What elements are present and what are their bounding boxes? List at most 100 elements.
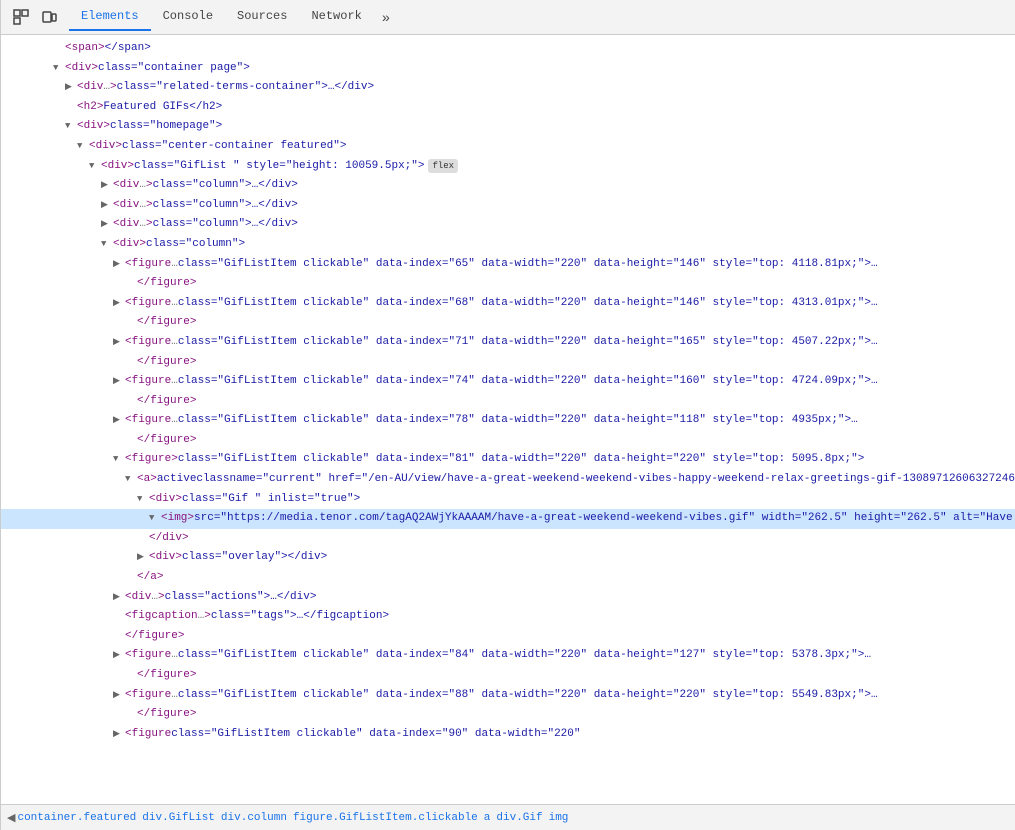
toggle-arrow[interactable] — [65, 80, 77, 94]
indent-spacer — [53, 589, 65, 607]
tab-console[interactable]: Console — [151, 3, 225, 31]
device-toggle-button[interactable] — [37, 5, 61, 29]
more-tabs-button[interactable]: » — [374, 5, 398, 29]
toggle-arrow[interactable] — [113, 296, 125, 310]
breadcrumb-item[interactable]: a — [484, 812, 491, 824]
indent-spacer — [29, 197, 41, 215]
inspect-element-button[interactable] — [9, 5, 33, 29]
toggle-arrow[interactable] — [113, 335, 125, 349]
indent-spacer — [113, 471, 125, 489]
indent-spacer — [41, 549, 53, 567]
indent-spacer — [53, 510, 65, 528]
dom-line[interactable]: <figure class="GifListItem clickable" da… — [1, 725, 1015, 745]
dom-line[interactable]: </div> — [1, 529, 1015, 549]
dom-line[interactable]: </figure> — [1, 627, 1015, 647]
dom-line[interactable]: <div> class="container page"> — [1, 59, 1015, 79]
toggle-arrow[interactable] — [65, 119, 77, 133]
breadcrumb-left-arrow[interactable]: ◀ — [7, 811, 15, 825]
dom-line[interactable]: <figure> class="GifListItem clickable" d… — [1, 450, 1015, 470]
tab-network[interactable]: Network — [299, 3, 373, 31]
breadcrumb-item[interactable]: div.Gif — [496, 812, 542, 824]
dom-line[interactable]: <div> class="center-container featured"> — [1, 137, 1015, 157]
dom-line[interactable]: <figure… class="GifListItem clickable" d… — [1, 372, 1015, 392]
toggle-arrow[interactable] — [101, 198, 113, 212]
dom-line[interactable]: <div…> class="column">…</div> — [1, 215, 1015, 235]
indent-spacer — [125, 549, 137, 567]
indent-spacer — [65, 667, 77, 685]
breadcrumb-item[interactable]: img — [549, 812, 569, 824]
toggle-arrow[interactable] — [113, 590, 125, 604]
indent-spacer — [65, 236, 77, 254]
dom-line[interactable]: </figure> — [1, 353, 1015, 373]
dom-line[interactable]: </figure> — [1, 705, 1015, 725]
indent-spacer — [89, 530, 101, 548]
indent-spacer — [29, 216, 41, 234]
toggle-arrow[interactable] — [113, 727, 125, 741]
indent-spacer — [77, 216, 89, 234]
breadcrumb-item[interactable]: div.GifList — [142, 812, 215, 824]
dom-tree[interactable]: <span></span> <div> class="container pag… — [1, 35, 1015, 804]
dom-line[interactable]: <figure… class="GifListItem clickable" d… — [1, 411, 1015, 431]
indent-spacer — [5, 510, 17, 528]
indent-spacer — [41, 706, 53, 724]
indent-spacer — [77, 510, 89, 528]
dom-line[interactable]: <figure… class="GifListItem clickable" d… — [1, 686, 1015, 706]
dom-line[interactable]: <figure… class="GifListItem clickable" d… — [1, 333, 1015, 353]
dom-line[interactable]: <figure… class="GifListItem clickable" d… — [1, 646, 1015, 666]
dom-line[interactable]: <div…> class="related-terms-container">…… — [1, 78, 1015, 98]
dom-line[interactable]: <figcaption…> class="tags">…</figcaption… — [1, 607, 1015, 627]
dom-line[interactable]: </figure> — [1, 274, 1015, 294]
toggle-arrow[interactable] — [113, 452, 125, 466]
dom-line[interactable]: </figure> — [1, 392, 1015, 412]
indent-spacer — [29, 451, 41, 469]
dom-line[interactable]: <img> src="https://media.tenor.com/tagAQ… — [1, 509, 1015, 529]
dom-line[interactable]: </figure> — [1, 313, 1015, 333]
toggle-arrow[interactable] — [53, 61, 65, 75]
breadcrumb-item[interactable]: div.column — [221, 812, 287, 824]
indent-spacer — [125, 491, 137, 509]
indent-spacer — [29, 138, 41, 156]
dom-line[interactable]: </figure> — [1, 666, 1015, 686]
dom-line[interactable]: <span></span> — [1, 39, 1015, 59]
toggle-arrow[interactable] — [113, 688, 125, 702]
indent-spacer — [89, 256, 101, 274]
dom-line[interactable]: <h2>Featured GIFs</h2> — [1, 98, 1015, 118]
toggle-arrow[interactable] — [77, 139, 89, 153]
toggle-arrow[interactable] — [125, 472, 137, 486]
toggle-arrow[interactable] — [137, 550, 149, 564]
dom-line[interactable]: <div> class="overlay"></div> — [1, 548, 1015, 568]
toggle-arrow[interactable] — [101, 237, 113, 251]
breadcrumb-item[interactable]: container.featured — [17, 812, 136, 824]
dom-line[interactable]: </a> — [1, 568, 1015, 588]
toggle-arrow[interactable] — [137, 492, 149, 506]
indent-spacer — [17, 138, 29, 156]
dom-line[interactable]: <div> class="Gif " inlist="true"> — [1, 490, 1015, 510]
toggle-arrow[interactable] — [101, 178, 113, 192]
indent-spacer — [29, 687, 41, 705]
toggle-arrow[interactable] — [113, 413, 125, 427]
dom-line[interactable]: <div…> class="column">…</div> — [1, 176, 1015, 196]
dom-line[interactable]: <div…> class="actions">…</div> — [1, 588, 1015, 608]
dom-line[interactable]: <figure… class="GifListItem clickable" d… — [1, 255, 1015, 275]
breadcrumb-item[interactable]: figure.GifListItem.clickable — [293, 812, 478, 824]
indent-spacer — [101, 628, 113, 646]
dom-line[interactable]: </figure> — [1, 431, 1015, 451]
indent-spacer — [41, 491, 53, 509]
tab-elements[interactable]: Elements — [69, 3, 151, 31]
indent-spacer — [5, 647, 17, 665]
toggle-arrow[interactable] — [149, 511, 161, 525]
indent-spacer — [65, 256, 77, 274]
indent-spacer — [41, 471, 53, 489]
dom-line[interactable]: <div> class="homepage"> — [1, 117, 1015, 137]
toggle-arrow[interactable] — [113, 257, 125, 271]
dom-line[interactable]: <div> class="GifList " style="height: 10… — [1, 157, 1015, 177]
dom-line[interactable]: <div> class="column"> — [1, 235, 1015, 255]
toggle-arrow[interactable] — [113, 374, 125, 388]
dom-line[interactable]: <a> activeclassname="current" href="/en-… — [1, 470, 1015, 490]
dom-line[interactable]: <figure… class="GifListItem clickable" d… — [1, 294, 1015, 314]
toggle-arrow[interactable] — [101, 217, 113, 231]
dom-line[interactable]: <div…> class="column">…</div> — [1, 196, 1015, 216]
tab-sources[interactable]: Sources — [225, 3, 299, 31]
toggle-arrow[interactable] — [113, 648, 125, 662]
toggle-arrow[interactable] — [89, 159, 101, 173]
